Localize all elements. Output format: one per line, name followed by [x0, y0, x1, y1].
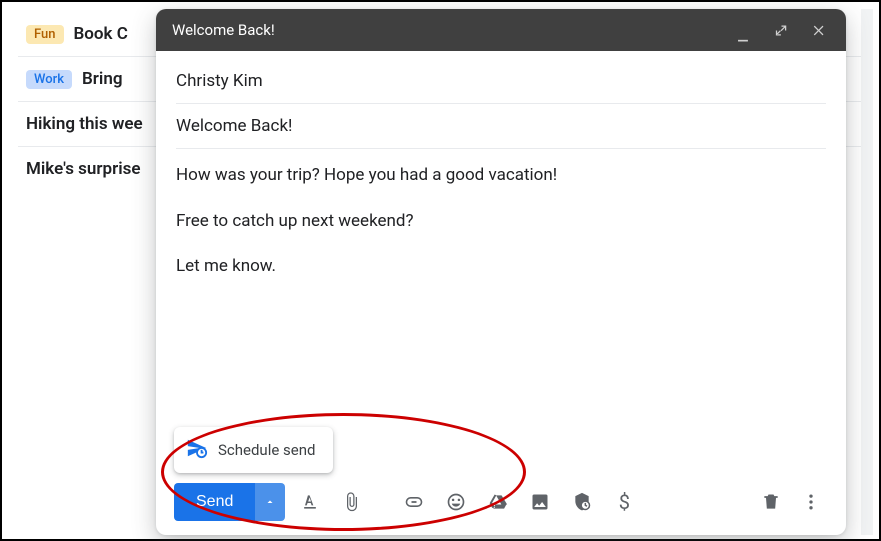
confidential-icon[interactable] [565, 485, 599, 519]
label-badge: Fun [26, 25, 64, 44]
image-icon[interactable] [523, 485, 557, 519]
money-icon[interactable]: $ [607, 485, 641, 519]
compose-toolbar: Send $ [174, 483, 828, 521]
schedule-send-menu-item[interactable]: Schedule send [174, 427, 333, 473]
fullscreen-icon[interactable] [770, 19, 792, 41]
attach-icon[interactable] [335, 485, 369, 519]
schedule-send-icon [186, 437, 208, 463]
send-options-button[interactable] [255, 483, 285, 521]
minimize-icon[interactable]: _ [732, 23, 754, 45]
compose-header[interactable]: Welcome Back! _ [156, 9, 846, 51]
send-button-group: Send [174, 483, 285, 521]
send-button[interactable]: Send [174, 483, 255, 521]
more-vert-icon[interactable] [794, 485, 828, 519]
trash-icon[interactable] [754, 485, 788, 519]
link-icon[interactable] [397, 485, 431, 519]
compose-window: Welcome Back! _ Christy Kim Welcome Back… [156, 9, 846, 535]
inbox-subject: Book C [74, 24, 128, 44]
schedule-send-label: Schedule send [218, 441, 315, 459]
inbox-subject: Bring [82, 69, 123, 89]
body-line: How was your trip? Hope you had a good v… [176, 163, 826, 189]
inbox-subject: Hiking this wee [26, 114, 143, 134]
drive-icon[interactable] [481, 485, 515, 519]
chevron-up-icon [264, 496, 276, 508]
label-badge: Work [26, 70, 72, 89]
subject-field[interactable]: Welcome Back! [176, 104, 826, 149]
recipient-field[interactable]: Christy Kim [176, 59, 826, 104]
close-icon[interactable] [808, 19, 830, 41]
format-text-icon[interactable] [293, 485, 327, 519]
emoji-icon[interactable] [439, 485, 473, 519]
body-line: Free to catch up next weekend? [176, 209, 826, 235]
compose-title: Welcome Back! [172, 21, 716, 39]
inbox-subject: Mike's surprise [26, 159, 141, 179]
side-panel [861, 9, 873, 535]
body-line: Let me know. [176, 254, 826, 280]
message-body[interactable]: How was your trip? Hope you had a good v… [176, 149, 826, 314]
